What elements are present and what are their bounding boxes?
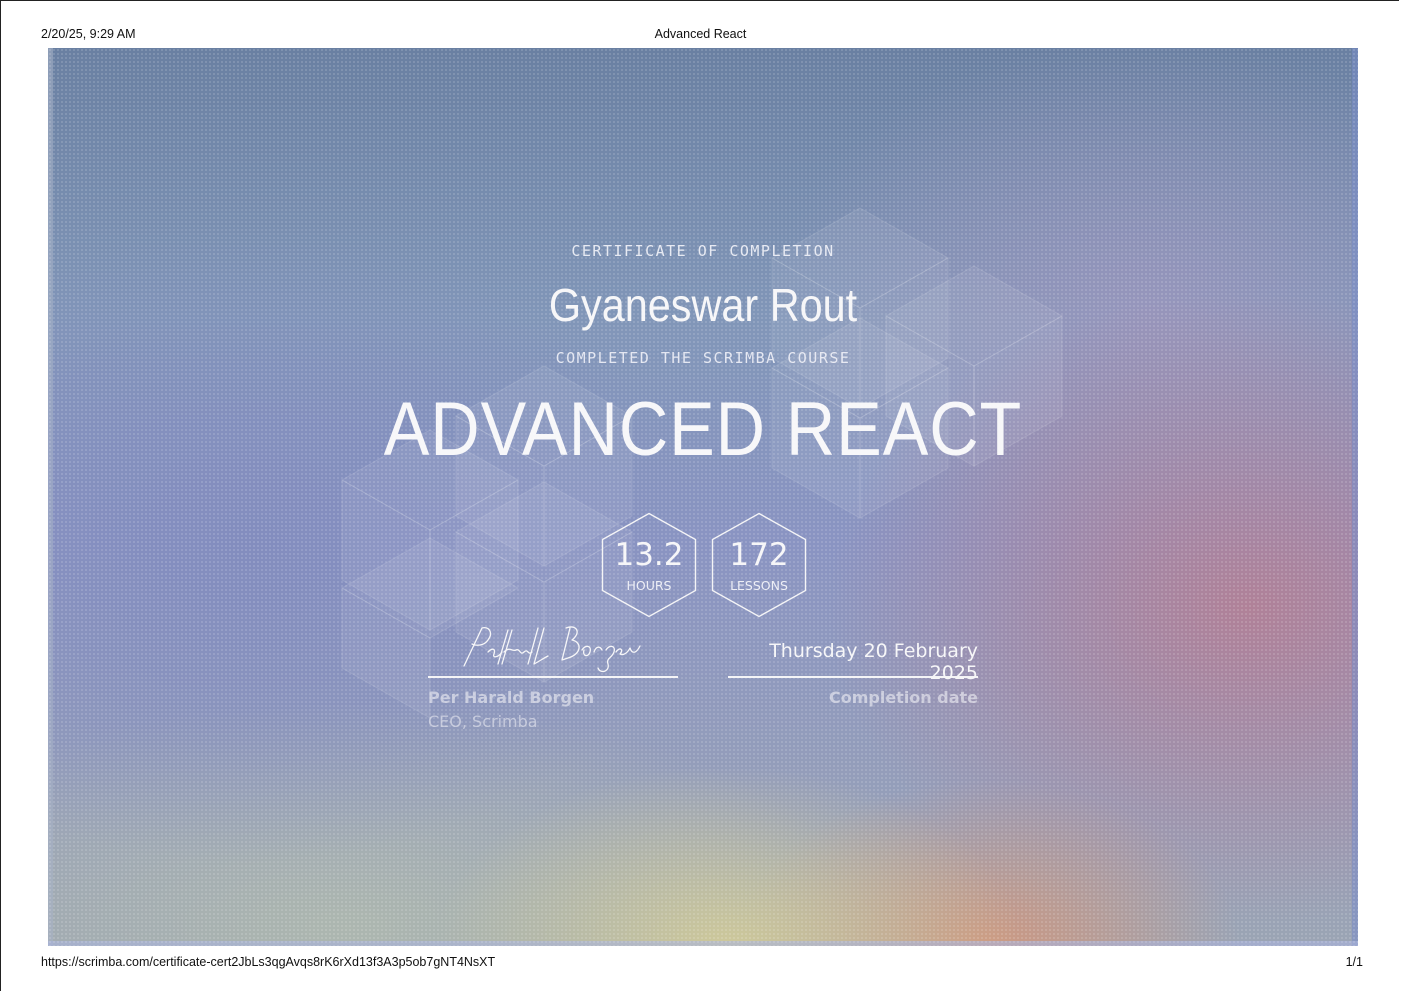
course-title: ADVANCED REACT [383, 387, 1023, 472]
completed-course-label: COMPLETED THE SCRIMBA COURSE [555, 349, 851, 367]
certificate-label: CERTIFICATE OF COMPLETION [571, 242, 835, 260]
print-header-title: Advanced React [654, 27, 747, 41]
hours-value: 13.2 [614, 537, 684, 573]
signer-title: CEO, Scrimba [428, 712, 538, 731]
handwritten-signature [463, 626, 641, 673]
print-footer-page-number: 1/1 [1345, 955, 1363, 969]
print-footer-url: https://scrimba.com/certificate-cert2JbL… [41, 955, 496, 969]
hours-badge: 13.2 HOURS [600, 512, 698, 618]
hours-unit: HOURS [626, 578, 672, 593]
signer-name: Per Harald Borgen [428, 688, 595, 707]
lessons-unit: LESSONS [730, 578, 788, 593]
recipient-name: Gyaneswar Rout [548, 279, 858, 331]
completion-date-label: Completion date [828, 688, 978, 707]
completion-date: Thursday 20 February 2025 [769, 640, 978, 684]
certificate: CERTIFICATE OF COMPLETION Gyaneswar Rout… [48, 48, 1358, 946]
signature-line [428, 676, 678, 678]
lessons-value: 172 [729, 537, 789, 573]
lessons-badge: 172 LESSONS [710, 512, 808, 618]
background-cubes-decoration [340, 207, 1064, 719]
